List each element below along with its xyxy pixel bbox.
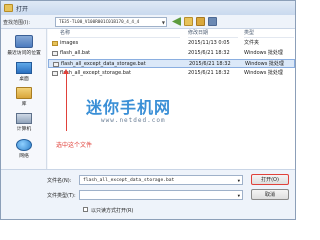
file-name: flash_all_except_data_storage.bat — [61, 61, 146, 67]
batch-file-icon — [52, 51, 58, 56]
title-bar: 打开 — [1, 1, 295, 15]
column-header-date[interactable]: 修改日期 — [188, 29, 238, 38]
open-button[interactable]: 打开(O) — [251, 174, 289, 185]
annotation-label: 选中这个文件 — [56, 142, 93, 149]
readonly-checkbox[interactable] — [83, 207, 88, 212]
toolbar-icons — [172, 17, 217, 26]
filetype-label: 文件类型(T): — [47, 193, 76, 199]
open-file-dialog: 打开 查找范围(I): TE35-TL00_V100R001C01B170_4_… — [0, 0, 296, 220]
view-menu-icon[interactable] — [208, 17, 217, 26]
sidebar-item-desktop[interactable]: 桌面 — [1, 62, 47, 82]
computer-icon — [16, 113, 32, 124]
file-type: Windows 批处理 — [245, 61, 284, 67]
chevron-down-icon[interactable]: ▼ — [162, 20, 165, 25]
file-type: Windows 批处理 — [244, 50, 283, 56]
watermark-url: www.netded.com — [101, 117, 166, 124]
libraries-icon — [16, 87, 32, 99]
recent-places-icon — [15, 35, 33, 48]
file-type: 文件夹 — [244, 40, 260, 46]
column-header-name[interactable]: 名称 — [60, 29, 180, 38]
batch-file-icon — [52, 71, 58, 76]
sidebar-item-network[interactable]: 网络 — [1, 139, 47, 159]
file-date: 2015/6/21 18:32 — [189, 61, 231, 67]
sidebar-item-label: 最近访问的位置 — [7, 51, 41, 56]
list-item-selected[interactable]: flash_all_except_data_storage.bat 2015/6… — [48, 59, 295, 68]
desktop-icon — [16, 62, 32, 74]
column-header-type[interactable]: 类型 — [244, 29, 294, 38]
sidebar-item-label: 库 — [21, 102, 27, 107]
file-date: 2015/6/21 18:32 — [188, 70, 230, 76]
sidebar-item-computer[interactable]: 计算机 — [1, 113, 47, 132]
filetype-select[interactable]: ▼ — [79, 190, 243, 200]
back-arrow-icon[interactable] — [172, 17, 181, 26]
batch-file-icon — [53, 62, 59, 67]
location-label: 查找范围(I): — [3, 20, 31, 26]
list-item[interactable]: images 2015/11/13 0:05 文件夹 — [48, 39, 295, 48]
file-type: Windows 批处理 — [244, 70, 283, 76]
list-item[interactable]: flash_all.bat 2015/6/21 18:32 Windows 批处… — [48, 49, 295, 58]
location-bar: 查找范围(I): TE35-TL00_V100R001C01B170_4_4_4… — [1, 15, 295, 29]
sidebar-item-label: 桌面 — [19, 77, 29, 82]
annotation-arrow — [66, 73, 67, 131]
cancel-button[interactable]: 取消 — [251, 189, 289, 200]
file-name: flash_all.bat — [60, 50, 91, 56]
location-value: TE35-TL00_V100R001C01B170_4_4_4 — [59, 19, 140, 25]
new-folder-icon[interactable] — [196, 17, 205, 26]
sidebar-navigation: 最近访问的位置 桌面 库 计算机 网络 — [1, 29, 47, 169]
file-date: 2015/11/13 0:05 — [188, 40, 230, 46]
dialog-footer: 文件名(N): flash_all_except_data_storage.ba… — [1, 169, 295, 219]
chevron-down-icon[interactable]: ▼ — [238, 176, 240, 184]
readonly-label: 以只读方式打开(R) — [91, 208, 134, 214]
watermark-logo: 迷你手机网 — [86, 98, 172, 117]
file-name: images — [60, 40, 79, 46]
sidebar-item-label: 计算机 — [16, 127, 32, 132]
file-name: flash_all_except_storage.bat — [60, 70, 131, 76]
up-folder-icon[interactable] — [184, 17, 193, 26]
filename-value: flash_all_except_data_storage.bat — [83, 178, 175, 183]
list-item[interactable]: flash_all_except_storage.bat 2015/6/21 1… — [48, 69, 295, 78]
network-icon — [16, 139, 32, 151]
sidebar-item-label: 网络 — [19, 154, 29, 159]
location-dropdown[interactable]: TE35-TL00_V100R001C01B170_4_4_4 ▼ — [55, 17, 167, 27]
arrow-up-icon — [63, 69, 69, 74]
dialog-title: 打开 — [16, 5, 29, 13]
folder-icon — [4, 4, 13, 12]
sidebar-item-libraries[interactable]: 库 — [1, 87, 47, 107]
folder-icon — [52, 41, 58, 46]
chevron-down-icon[interactable]: ▼ — [238, 191, 240, 199]
filename-label: 文件名(N): — [47, 178, 72, 184]
file-date: 2015/6/21 18:32 — [188, 50, 230, 56]
filename-field[interactable]: flash_all_except_data_storage.bat ▼ — [79, 175, 243, 185]
sidebar-item-recent[interactable]: 最近访问的位置 — [1, 35, 47, 56]
